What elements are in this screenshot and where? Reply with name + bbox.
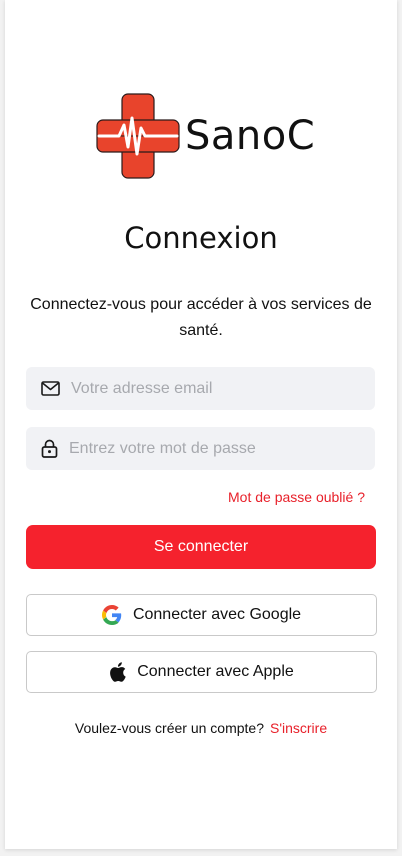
page-title: Connexion [124, 221, 278, 255]
login-screen: SanoC Connexion Connectez-vous pour accé… [5, 0, 397, 849]
apple-icon [109, 662, 126, 682]
signup-link[interactable]: S'inscrire [270, 720, 327, 736]
brand-logo: SanoC [93, 92, 315, 180]
medical-cross-heartbeat-icon [96, 93, 180, 179]
login-button[interactable]: Se connecter [26, 525, 376, 569]
login-button-label: Se connecter [153, 538, 249, 555]
google-g-icon [101, 605, 122, 625]
signup-row: Voulez-vous créer un compte? S'inscrire [5, 720, 397, 736]
password-field[interactable] [26, 427, 375, 470]
brand-name: SanoC [185, 113, 316, 159]
signup-prompt: Voulez-vous créer un compte? [74, 720, 264, 736]
password-input[interactable] [67, 438, 361, 459]
apple-login-button[interactable]: Connecter avec Apple [26, 651, 377, 693]
envelope-icon [41, 381, 60, 396]
apple-login-label: Connecter avec Apple [137, 663, 294, 680]
page-subtitle: Connectez-vous pour accéder à vos servic… [30, 296, 372, 339]
padlock-icon [41, 439, 58, 458]
google-login-button[interactable]: Connecter avec Google [26, 594, 377, 636]
google-login-label: Connecter avec Google [132, 606, 302, 623]
email-input[interactable] [69, 378, 363, 399]
forgot-password-link[interactable]: Mot de passe oublié ? [228, 489, 365, 505]
email-field[interactable] [26, 367, 375, 410]
